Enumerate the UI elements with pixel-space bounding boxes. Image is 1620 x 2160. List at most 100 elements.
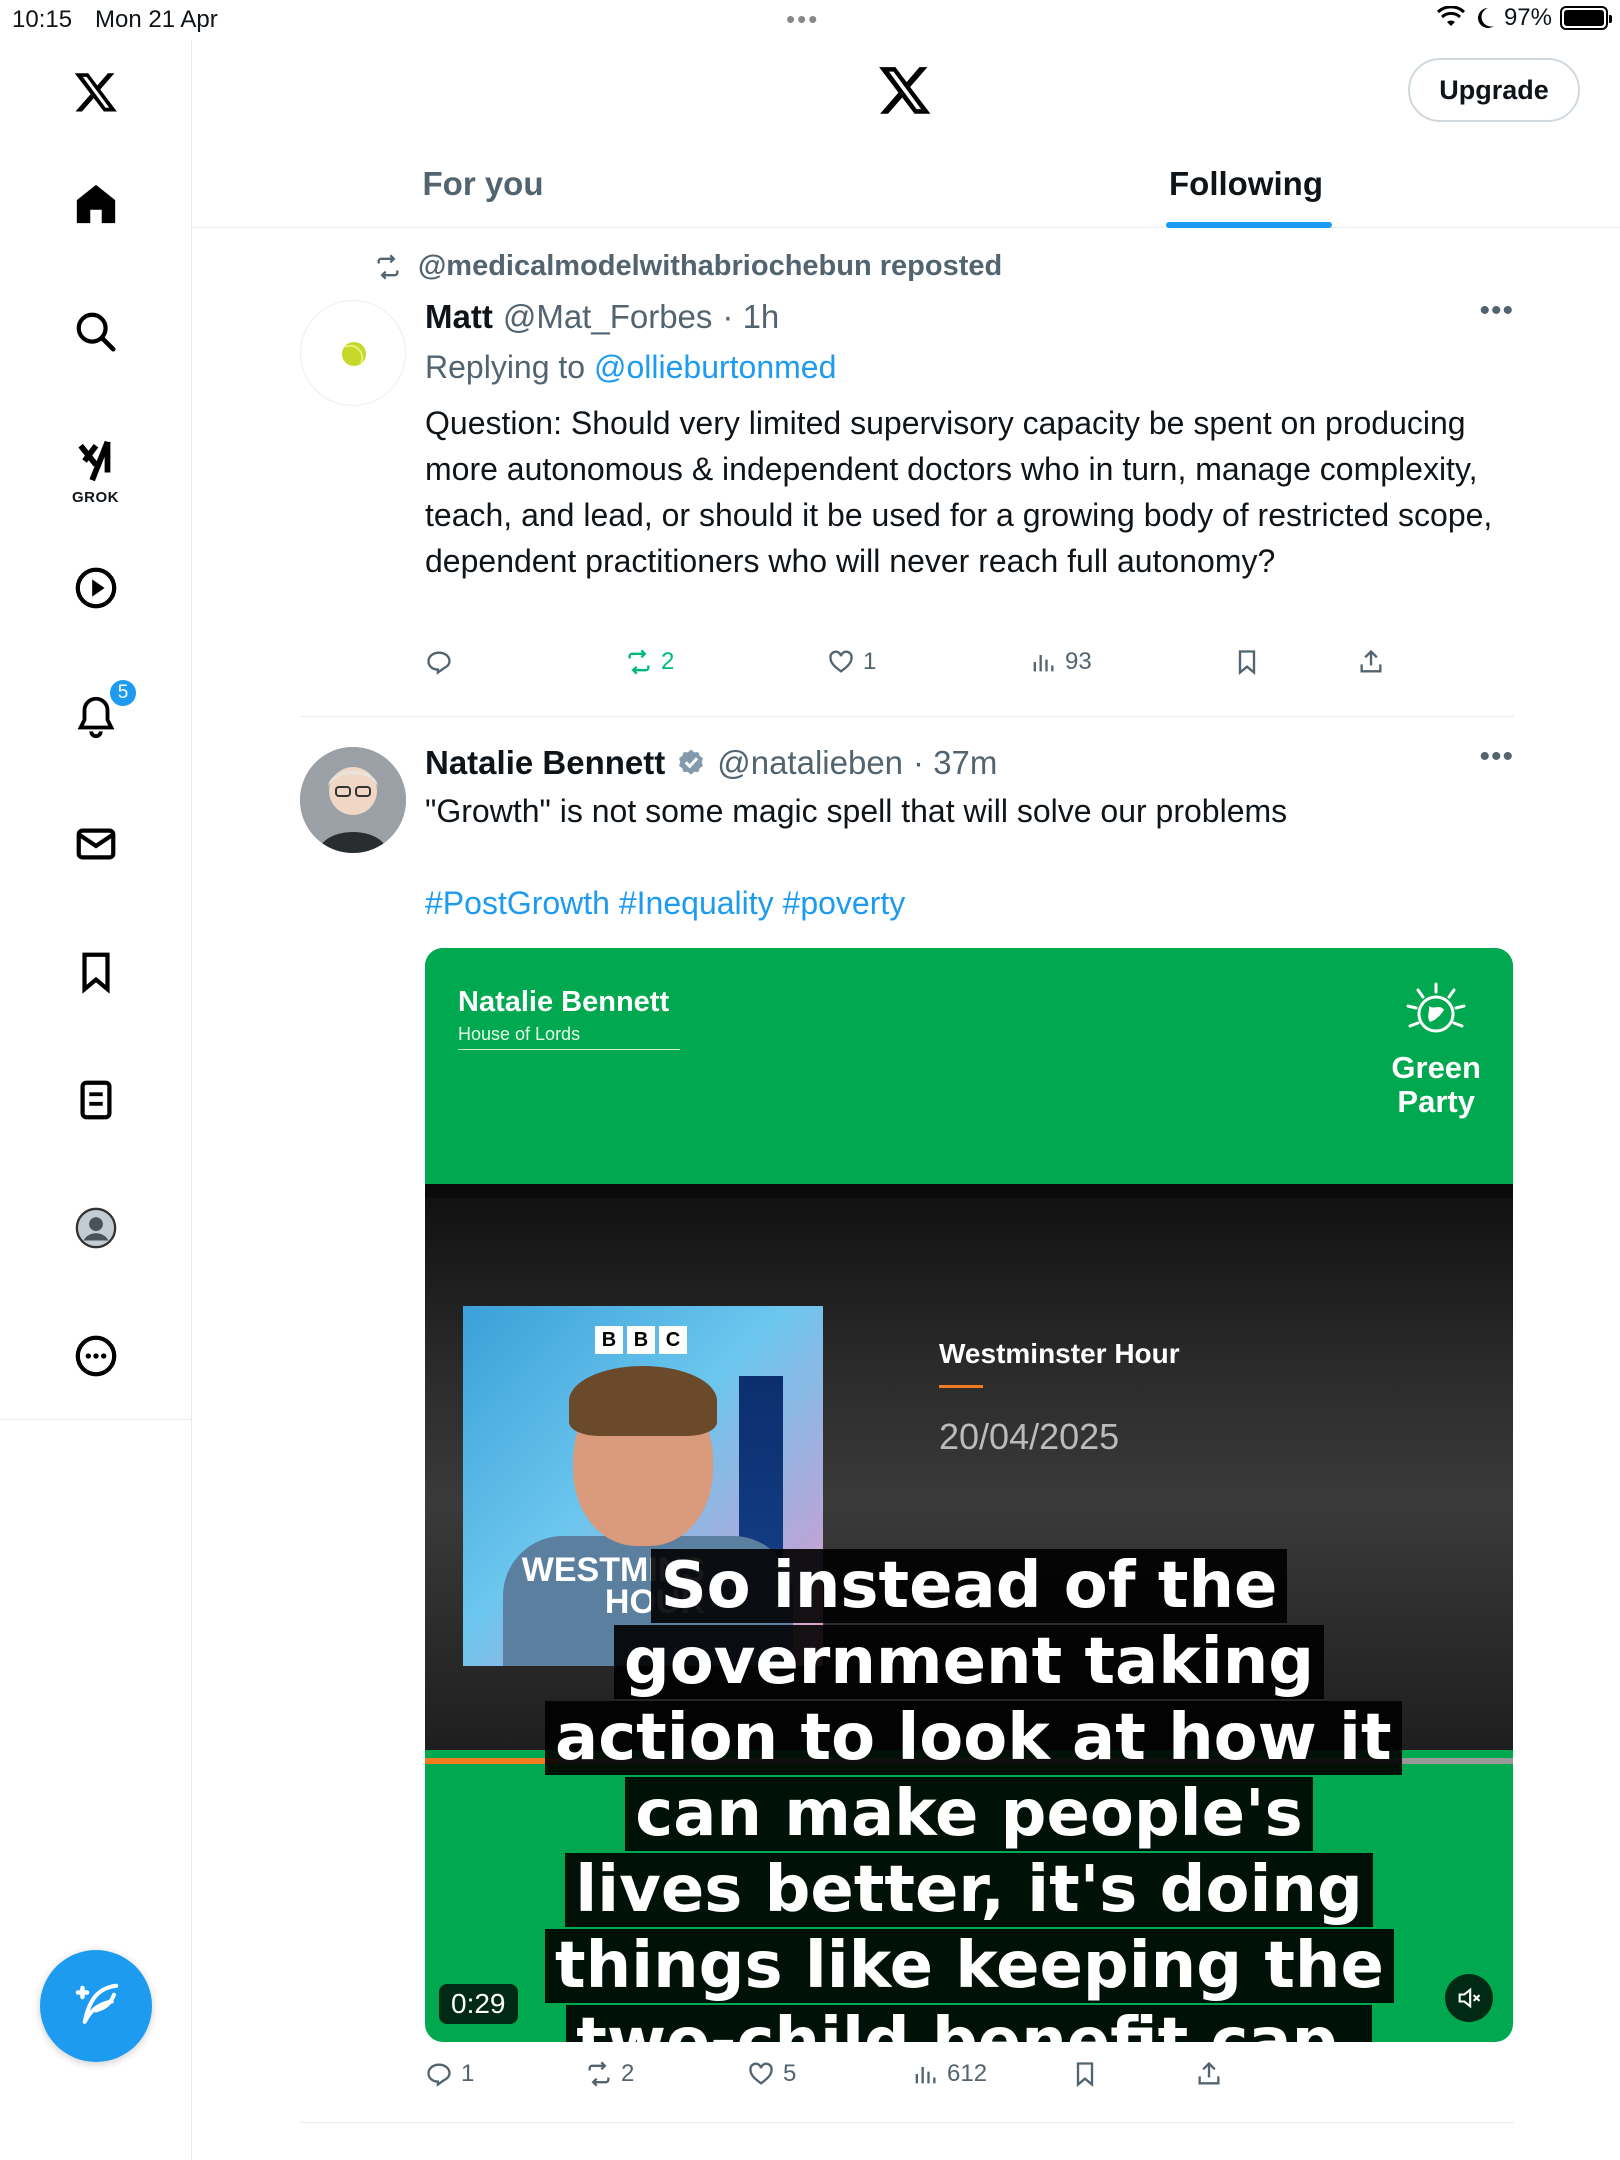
tweet-actions: 1 2 5 612 [425,2060,1425,2100]
video-caption-text: So instead of the government taking acti… [545,1549,1402,2042]
compose-feather-icon [75,1983,119,2024]
video-top-banner: Natalie Bennett House of Lords Green Par… [425,948,1513,1184]
tweet-body: Matt @Mat_Forbes · 1h ••• Replying to @o… [425,294,1514,584]
bookmark-icon [1076,2062,1094,2087]
repost-header: @medicalmodelwithabriochebun reposted [372,250,1002,283]
author-handle[interactable]: @Mat_Forbes [503,298,713,336]
home-icon[interactable] [64,172,128,236]
active-tab-indicator [1166,222,1332,228]
author-handle[interactable]: @natalieben [717,744,903,782]
tab-for-you[interactable]: For you [393,140,573,228]
views-icon [915,2067,936,2084]
author-name[interactable]: Matt [425,298,493,336]
upgrade-button[interactable]: Upgrade [1408,58,1580,122]
author-name[interactable]: Natalie Bennett [425,744,665,782]
bookmark-icon [1238,650,1256,675]
programme-title: Westminster Hour [939,1338,1180,1369]
tweet-separator [300,2122,1514,2123]
bbc-letter: B [595,1326,623,1354]
x-logo-icon [879,67,931,114]
repost-count: 2 [661,648,675,675]
bookmark-button[interactable] [1071,2060,1099,2088]
views-count: 612 [947,2060,988,2087]
views-button[interactable]: 612 [911,2060,987,2088]
status-date: Mon 21 Apr [95,6,218,33]
repost-button[interactable]: 2 [625,648,674,676]
sidebar-divider [0,1419,192,1420]
status-bar: 10:15 Mon 21 Apr ••• 97% [0,0,1620,40]
notifications-icon[interactable]: 5 [64,678,138,748]
repost-label: @medicalmodelwithabriochebun reposted [418,250,1003,282]
green-party-logo: Green Party [1391,980,1481,1119]
repost-icon [588,2061,610,2087]
x-logo-icon[interactable] [64,60,128,124]
reply-icon [427,651,451,675]
like-button[interactable]: 5 [747,2060,796,2088]
tweet[interactable]: @medicalmodelwithabriochebun reposted Ma… [300,250,1514,690]
bbc-logo: B B C [595,1326,687,1354]
timeline-header: Upgrade For you Following [193,40,1620,228]
views-count: 93 [1065,648,1092,675]
grok-icon[interactable]: GROK [64,428,128,508]
video-player[interactable]: Natalie Bennett House of Lords Green Par… [425,948,1513,2042]
muted-speaker-icon [1458,1987,1481,2009]
reply-icon [427,2063,451,2087]
reply-prefix: Replying to [425,349,594,385]
tweet-author-line: Matt @Mat_Forbes · 1h [425,294,1514,340]
video-duration: 0:29 [439,1984,518,2024]
multitask-dots[interactable]: ••• [786,4,819,35]
mute-button[interactable] [1445,1974,1493,2022]
tweet-actions: 2 1 93 [425,648,1425,688]
bookmarks-icon[interactable] [64,940,128,1004]
tab-following[interactable]: Following [1156,140,1336,228]
heart-icon [829,650,853,673]
reply-count: 1 [461,2060,475,2087]
like-count: 5 [783,2060,797,2087]
video-overlay-subtitle: House of Lords [458,1024,680,1050]
reply-context: Replying to @ollieburtonmed [425,344,1514,390]
grok-label: GROK [72,489,119,506]
tab-for-you-label: For you [422,165,544,202]
search-icon[interactable] [64,300,128,364]
video-overlay-name: Natalie Bennett [458,986,670,1018]
tab-following-label: Following [1169,165,1323,202]
wifi-icon [1436,6,1465,26]
like-button[interactable]: 1 [827,648,876,676]
bbc-letter: B [627,1326,655,1354]
green-party-earth-icon [1406,982,1466,1033]
verified-badge-icon [679,749,704,775]
reply-button[interactable]: 1 [425,2060,474,2088]
messages-icon[interactable] [64,812,128,876]
like-count: 1 [863,648,877,675]
reply-to-link[interactable]: @ollieburtonmed [594,349,836,385]
reply-button[interactable] [425,648,461,676]
compose-button[interactable] [40,1950,152,2062]
views-icon [1033,655,1054,672]
bookmark-button[interactable] [1233,648,1261,676]
tweet-text: Question: Should very limited supervisor… [425,405,1493,579]
tweet-hashtags[interactable]: #PostGrowth #Inequality #poverty [425,880,1514,926]
tweet-time: · 1h [722,298,780,335]
video-icon[interactable] [64,556,128,620]
share-button[interactable] [1357,648,1385,676]
repost-button[interactable]: 2 [585,2060,634,2088]
repost-icon [628,649,650,675]
tweet-text: "Growth" is not some magic spell that wi… [425,793,1288,829]
more-options-icon[interactable]: ••• [1479,740,1514,774]
video-caption: So instead of the government taking acti… [545,1548,1402,2042]
status-time: 10:15 [12,6,73,33]
lists-icon[interactable] [64,1068,128,1132]
avatar[interactable] [300,747,406,853]
avatar[interactable] [300,300,406,406]
more-icon[interactable] [64,1324,128,1388]
tweet-author-line: Natalie Bennett @natalieben · 37m [425,740,1514,786]
more-options-icon[interactable]: ••• [1479,294,1514,328]
share-button[interactable] [1195,2060,1223,2088]
presenter-hair [569,1366,717,1436]
profile-icon[interactable] [64,1196,128,1260]
share-icon [1198,2061,1220,2085]
programme-date: 20/04/2025 [939,1416,1120,1457]
green-party-word-2: Party [1397,1084,1475,1119]
tennis-ball-icon [342,342,366,366]
views-button[interactable]: 93 [1029,648,1092,676]
